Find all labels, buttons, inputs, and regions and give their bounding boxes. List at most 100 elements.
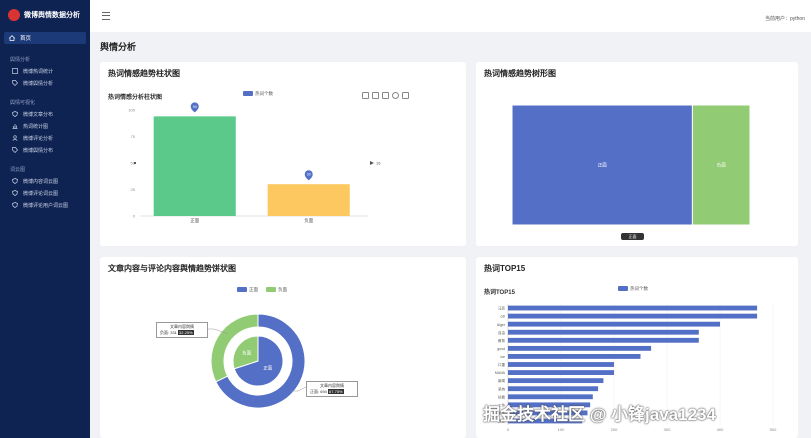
bar	[508, 378, 604, 384]
y-tick-label: cdl	[501, 315, 506, 319]
sidebar-group-title: 舆情分析	[10, 57, 31, 63]
sidebar-item-home[interactable]: 首页	[4, 32, 86, 44]
sidebar: 微博舆情数据分析 首页 舆情分析 微博热词统计 微博舆情分析 舆情可视化 微博文…	[0, 0, 90, 438]
bar	[508, 321, 720, 327]
y-tick-label: Alger	[497, 323, 506, 327]
chart-icon	[12, 123, 18, 129]
bar	[508, 370, 614, 375]
pie-slice-label: 负面	[242, 349, 251, 356]
sidebar-item-label: 微博热词统计	[23, 68, 54, 75]
brand-title: 微博舆情数据分析	[24, 12, 80, 19]
marker-label: 94	[193, 105, 197, 109]
sidebar-item-sentiment-dist[interactable]: 微博舆情分布	[0, 144, 90, 156]
y-tick-label: 马克	[498, 306, 506, 311]
shield-icon	[12, 111, 18, 117]
y-tick-label: good	[497, 347, 505, 351]
label-value: 694	[320, 389, 327, 394]
hamburger-menu-icon[interactable]	[102, 12, 110, 20]
sidebar-item-label: 微博文章分布	[23, 111, 54, 118]
bar	[508, 354, 641, 359]
y-tick-label: 75	[131, 134, 136, 139]
x-tick-label: 300	[664, 427, 671, 432]
y-tick-label: MANA	[495, 371, 506, 375]
sidebar-item-content-wordcloud[interactable]: 微博内容词云图	[0, 175, 90, 187]
sidebar-item-label: 微博内容词云图	[23, 178, 59, 185]
sidebar-group-title: 舆情可视化	[10, 100, 36, 106]
x-tick-label: 0	[507, 427, 510, 432]
watermark: 掘金技术社区 @ 小锋java1234	[483, 405, 716, 424]
weibo-logo-icon	[8, 9, 20, 21]
label-value: 331	[170, 330, 177, 335]
card-pie-chart: 文章内容与评论内容舆情趋势饼状图 正面 负面 正面 负面 文章内容舆情 负面: 3…	[100, 257, 466, 438]
bar	[508, 305, 758, 311]
page-title: 舆情分析	[100, 42, 137, 52]
sidebar-item-label: 微博评论词云图	[23, 190, 59, 197]
x-tick-label: 负面	[304, 217, 313, 224]
card-bar-chart: 热词情感趋势柱状图 热词情感分析柱状图 热词个数 0 25 50 75 100 正面 94 负…	[100, 62, 466, 246]
x-tick-label: 500	[770, 427, 777, 432]
y-tick-label: 口罩	[498, 362, 506, 367]
home-icon	[8, 35, 16, 41]
sidebar-item-hotword-chart[interactable]: 热词统计图	[0, 120, 90, 132]
sidebar-item-comment-wordcloud[interactable]: 微博评论词云图	[0, 187, 90, 199]
shield-icon	[12, 190, 18, 196]
sidebar-group-title: 词云图	[10, 167, 26, 173]
x-tick-label: 100	[558, 427, 565, 432]
label-pct: 67.75%	[328, 389, 344, 394]
sidebar-item-hotword-stats[interactable]: 微博热词统计	[0, 65, 90, 77]
bar-chart: 0255075100正面94负面3016	[128, 102, 381, 224]
current-user[interactable]: 当前用户：python	[765, 15, 805, 22]
sidebar-item-label: 首页	[20, 36, 32, 42]
y-tick-label: 100	[128, 108, 135, 113]
y-tick-label: 坚持	[498, 386, 506, 391]
sidebar-item-label: 微博评论分析	[23, 135, 54, 142]
top-header: 当前用户：python	[90, 0, 811, 32]
user-icon	[12, 135, 18, 141]
bar	[508, 394, 593, 400]
grid-icon	[12, 68, 18, 74]
y-tick-label: 自由	[498, 330, 506, 335]
y-tick-label: 教育	[498, 338, 506, 343]
sidebar-item-label: 微博舆情分析	[23, 80, 54, 87]
x-tick-label: 200	[611, 427, 618, 432]
tag-icon	[12, 80, 18, 86]
bar	[508, 362, 614, 367]
bar	[508, 329, 699, 335]
sidebar-item-comment-analysis[interactable]: 微博评论分析	[0, 132, 90, 144]
markline-start-icon	[134, 162, 136, 164]
label-pct: 32.25%	[178, 330, 194, 335]
bar	[508, 386, 599, 392]
pie-label-positive: 文章内容舆情 正面: 694 67.75%	[306, 381, 358, 397]
card-treemap: 热词情感趋势树形图 正面 负面 正面	[476, 62, 798, 246]
x-tick-label: 400	[717, 427, 724, 432]
tag-icon	[12, 147, 18, 153]
treemap-breadcrumb[interactable]: 正面	[621, 233, 644, 240]
y-tick-label: 新闻	[498, 378, 506, 383]
y-tick-label: 好看	[498, 394, 506, 399]
shield-icon	[12, 178, 18, 184]
sidebar-item-article-dist[interactable]: 微博文章分布	[0, 108, 90, 120]
treemap-chart: 正面 负面	[511, 104, 751, 226]
y-tick-label: 0	[133, 214, 136, 219]
pie-label-negative: 文章内容舆情 负面: 331 32.25%	[156, 322, 208, 338]
bar	[267, 184, 350, 216]
pie-chart: 正面负面	[200, 313, 307, 409]
sidebar-item-sentiment[interactable]: 微博舆情分析	[0, 77, 90, 89]
marker-label: 30	[307, 173, 311, 177]
treemap-label: 负面	[717, 162, 726, 169]
breadcrumb-label: 正面	[628, 233, 637, 239]
label-key: 负面	[160, 330, 168, 335]
bar	[508, 313, 758, 319]
bar	[153, 116, 236, 216]
y-tick-label: ice	[501, 355, 506, 359]
sidebar-item-user-wordcloud[interactable]: 微博评论用户词云图	[0, 199, 90, 211]
sidebar-item-label: 热词统计图	[23, 123, 49, 130]
x-tick-label: 正面	[190, 218, 199, 224]
markline-end-icon	[370, 161, 374, 165]
shield-icon	[12, 202, 18, 208]
bar	[508, 345, 652, 351]
sidebar-item-label: 微博舆情分布	[23, 147, 54, 154]
y-tick-label: 25	[131, 187, 136, 192]
sidebar-item-label: 微博评论用户词云图	[23, 202, 69, 209]
brand: 微博舆情数据分析	[0, 0, 90, 30]
